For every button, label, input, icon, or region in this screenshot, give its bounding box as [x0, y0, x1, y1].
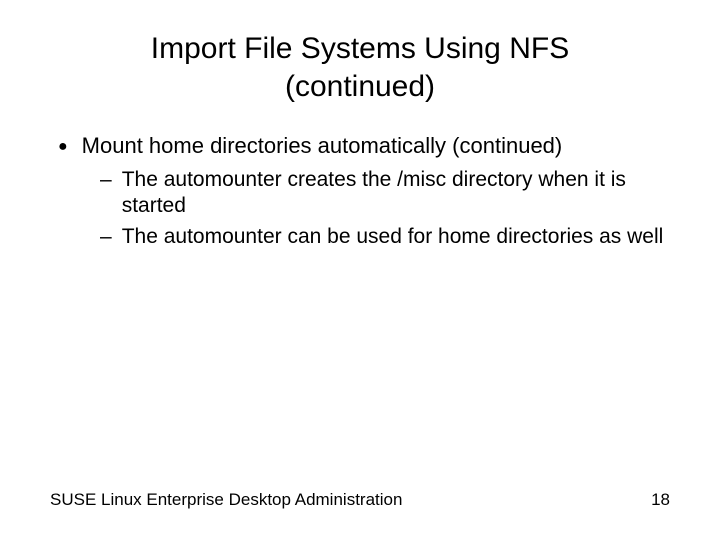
dash-icon: – [100, 167, 112, 193]
dash-icon: – [100, 224, 112, 250]
subbullet-item: – The automounter creates the /misc dire… [100, 167, 670, 220]
footer-left: SUSE Linux Enterprise Desktop Administra… [50, 490, 402, 510]
slide: Import File Systems Using NFS (continued… [0, 0, 720, 540]
content-area: ● Mount home directories automatically (… [50, 133, 670, 250]
footer: SUSE Linux Enterprise Desktop Administra… [50, 490, 670, 510]
bullet-dot-icon: ● [58, 138, 68, 156]
slide-title: Import File Systems Using NFS (continued… [80, 30, 640, 105]
subbullet-item: – The automounter can be used for home d… [100, 224, 670, 250]
bullet-level1: ● Mount home directories automatically (… [58, 133, 670, 159]
page-number: 18 [651, 490, 670, 510]
subbullet-text: The automounter can be used for home dir… [122, 224, 664, 250]
subbullet-group: – The automounter creates the /misc dire… [100, 167, 670, 250]
subbullet-text: The automounter creates the /misc direct… [122, 167, 670, 220]
bullet-level1-text: Mount home directories automatically (co… [82, 133, 563, 159]
